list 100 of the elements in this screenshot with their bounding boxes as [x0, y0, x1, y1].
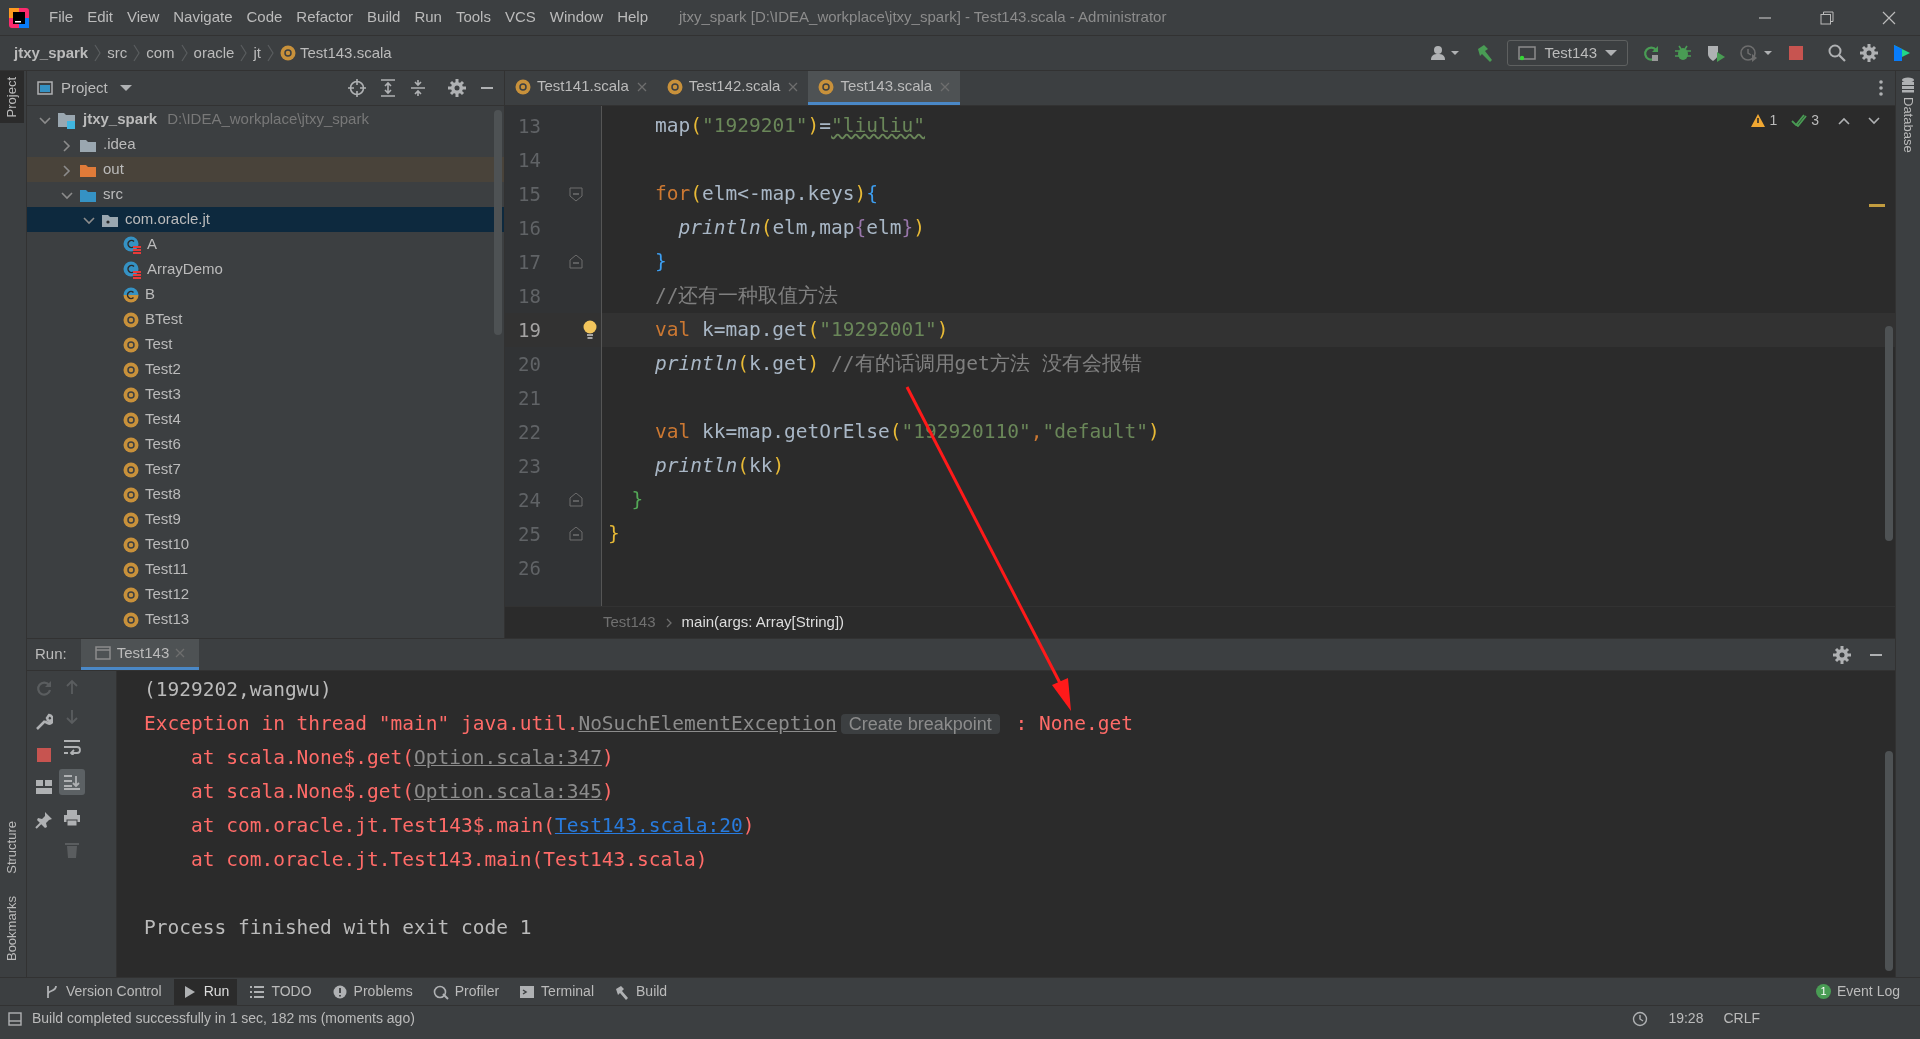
tree-item[interactable]: jtxy_spark D:\IDEA_workplace\jtxy_spark	[27, 107, 504, 132]
panel-toggle-icon[interactable]	[8, 1011, 22, 1026]
breadcrumb-item[interactable]: oracle	[193, 41, 235, 65]
tool-window-button[interactable]: Profiler	[424, 978, 508, 1005]
editor-tab[interactable]: Test142.scala	[656, 71, 809, 105]
tool-window-tab[interactable]: Project	[0, 71, 24, 124]
print-icon[interactable]	[63, 809, 81, 827]
tree-item[interactable]: Test4	[27, 407, 504, 432]
chevron-up-icon[interactable]	[1837, 115, 1851, 126]
menu-item[interactable]: Edit	[80, 6, 121, 29]
clock-icon[interactable]	[1632, 1010, 1649, 1027]
settings-icon[interactable]	[1860, 44, 1878, 62]
menu-item[interactable]: File	[42, 6, 81, 29]
close-icon[interactable]	[1882, 10, 1896, 25]
user-icon[interactable]	[1431, 45, 1462, 61]
menu-item[interactable]: View	[120, 6, 167, 29]
more-icon[interactable]	[1879, 80, 1883, 96]
editor-tab[interactable]: Test143.scala	[808, 71, 961, 105]
run-configuration-dropdown[interactable]: Test143	[1507, 40, 1628, 66]
tree-item[interactable]: Test2	[27, 357, 504, 382]
project-view-dropdown[interactable]: Project	[37, 76, 132, 100]
breadcrumb-item[interactable]: jt	[253, 41, 261, 65]
breadcrumb-item[interactable]: main(args: Array[String])	[681, 611, 845, 634]
event-log-button[interactable]: 1 Event Log	[1809, 981, 1906, 1002]
menu-item[interactable]: Refactor	[289, 6, 361, 29]
tree-item[interactable]: Test12	[27, 582, 504, 607]
tree-item[interactable]: ArrayDemo	[27, 257, 504, 282]
settings-icon[interactable]	[1833, 645, 1851, 664]
breadcrumb-item[interactable]: Test143	[603, 611, 656, 634]
menu-item[interactable]: VCS	[497, 6, 543, 29]
tool-window-button[interactable]: Build	[606, 978, 676, 1005]
tree-item[interactable]: Test13	[27, 607, 504, 632]
expand-all-icon[interactable]	[380, 79, 396, 97]
scrollbar[interactable]	[1885, 751, 1893, 971]
tree-item[interactable]: Test7	[27, 457, 504, 482]
tool-window-button[interactable]: Version Control	[36, 978, 170, 1005]
source-link[interactable]: Option.scala:345	[414, 780, 602, 804]
soft-wrap-icon[interactable]	[63, 739, 81, 755]
tree-item[interactable]: com.oracle.jt	[27, 207, 504, 232]
tree-item[interactable]: BTest	[27, 307, 504, 332]
menu-item[interactable]: Window	[542, 6, 611, 29]
coverage-icon[interactable]	[1706, 44, 1726, 62]
menu-item[interactable]: Run	[407, 6, 449, 29]
tree-item[interactable]: Test9	[27, 507, 504, 532]
run-tab[interactable]: Test143	[80, 639, 200, 670]
plugin-logo-icon[interactable]	[1892, 43, 1912, 63]
tool-window-button[interactable]: TODO	[241, 978, 320, 1005]
tree-item[interactable]: .idea	[27, 132, 504, 157]
editor-tab[interactable]: Test141.scala	[505, 71, 657, 105]
tree-item[interactable]: Test6	[27, 432, 504, 457]
settings-icon[interactable]	[448, 79, 466, 97]
menu-item[interactable]: Code	[239, 6, 290, 29]
scroll-to-end-button[interactable]	[59, 769, 85, 795]
create-breakpoint-link[interactable]: Create breakpoint	[840, 714, 1000, 735]
source-link[interactable]: NoSuchElementException	[578, 712, 837, 736]
tool-window-button[interactable]: Run	[173, 978, 238, 1005]
pin-icon[interactable]	[35, 811, 53, 829]
tree-item[interactable]: A	[27, 232, 504, 257]
fold-marker-icon[interactable]	[569, 254, 583, 270]
stop-icon[interactable]	[36, 747, 52, 763]
wrench-icon[interactable]	[35, 713, 53, 731]
menu-item[interactable]: Build	[360, 6, 408, 29]
fold-marker-icon[interactable]	[569, 492, 583, 508]
collapse-all-icon[interactable]	[410, 79, 426, 97]
line-separator[interactable]: CRLF	[1723, 1008, 1760, 1029]
restore-icon[interactable]	[1820, 10, 1834, 25]
breadcrumb-item[interactable]: Test143.scala	[299, 41, 392, 65]
tool-window-button[interactable]: Problems	[323, 978, 421, 1005]
breadcrumb-item[interactable]: com	[146, 41, 175, 65]
layout-icon[interactable]	[35, 779, 53, 795]
menu-item[interactable]: Tools	[448, 6, 498, 29]
debug-bug-icon[interactable]	[1674, 44, 1692, 62]
fold-marker-icon[interactable]	[569, 526, 583, 542]
tree-item[interactable]: B	[27, 282, 504, 307]
breadcrumb-item[interactable]: jtxy_spark	[14, 41, 89, 65]
tool-window-button[interactable]: Terminal	[511, 978, 602, 1005]
tree-item[interactable]: Test8	[27, 482, 504, 507]
source-link[interactable]: Option.scala:347	[414, 746, 602, 770]
tool-window-tab[interactable]: Database	[1896, 71, 1920, 159]
lightbulb-icon[interactable]	[583, 320, 597, 340]
scrollbar[interactable]	[494, 110, 502, 335]
search-icon[interactable]	[1828, 44, 1846, 62]
profile-icon[interactable]	[1740, 44, 1774, 62]
tree-item[interactable]: Test	[27, 332, 504, 357]
cursor-position[interactable]: 19:28	[1668, 1008, 1704, 1029]
tool-window-tab[interactable]: Structure	[0, 815, 24, 880]
tree-item[interactable]: Test11	[27, 557, 504, 582]
tree-item[interactable]: Test10	[27, 532, 504, 557]
tree-item[interactable]: Test3	[27, 382, 504, 407]
tree-item[interactable]: out	[27, 157, 504, 182]
tool-window-tab[interactable]: Bookmarks	[0, 889, 24, 967]
source-link[interactable]: Test143.scala:20	[554, 814, 743, 838]
hammer-icon[interactable]	[1475, 44, 1494, 62]
stop-icon[interactable]	[1788, 45, 1804, 61]
menu-item[interactable]: Navigate	[166, 6, 240, 29]
breadcrumb-item[interactable]: src	[107, 41, 128, 65]
scrollbar[interactable]	[1885, 326, 1893, 541]
chevron-down-icon[interactable]	[1867, 115, 1881, 126]
fold-marker-icon[interactable]	[569, 186, 583, 202]
locate-icon[interactable]	[348, 79, 366, 97]
